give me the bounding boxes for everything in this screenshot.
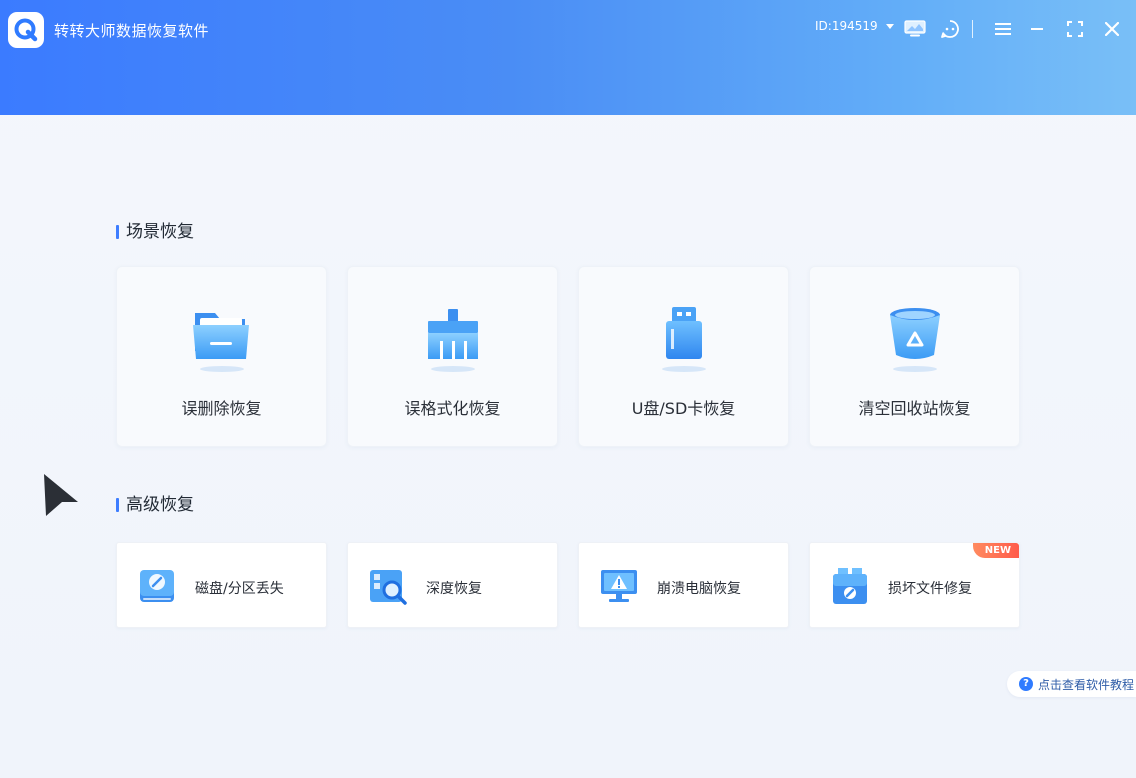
mouse-cursor-icon [44, 474, 78, 516]
scene-card-icon-wrap [187, 303, 257, 375]
adv-card-deep-recovery[interactable]: 深度恢复 [347, 542, 558, 628]
deep-scan-icon [370, 570, 407, 605]
tutorial-link[interactable]: ? 点击查看软件教程 [1007, 671, 1136, 697]
scene-card-format-recovery[interactable]: 误格式化恢复 [347, 266, 558, 447]
minimize-icon [1031, 28, 1043, 30]
adv-card-label: 崩溃电脑恢复 [657, 581, 741, 597]
scene-card-icon-wrap [418, 303, 488, 375]
caret-down-icon [885, 23, 894, 29]
close-icon [1105, 22, 1119, 36]
app-logo [8, 12, 44, 48]
app-window: 转转大师数据恢复软件 ID:194519 场景恢复 误删除恢复 误格式化恢复 U… [0, 0, 1136, 778]
scene-card-label: 清空回收站恢复 [858, 399, 971, 418]
support-icon [941, 20, 959, 38]
menu-button[interactable] [992, 18, 1014, 40]
maximize-icon [1067, 21, 1083, 37]
menu-icon [995, 23, 1011, 35]
help-icon: ? [1019, 677, 1033, 691]
adv-card-label: 损坏文件修复 [888, 581, 972, 597]
folder-icon [192, 313, 249, 372]
title-bar: 转转大师数据恢复软件 ID:194519 [0, 0, 1136, 115]
support-button[interactable] [939, 18, 961, 40]
scene-card-icon-wrap [649, 303, 719, 375]
scene-card-deleted-recovery[interactable]: 误删除恢复 [116, 266, 327, 447]
scene-card-label: 误格式化恢复 [404, 399, 501, 418]
scene-card-usb-sd-recovery[interactable]: U盘/SD卡恢复 [578, 266, 789, 447]
scene-card-icon-wrap [880, 303, 950, 375]
user-id-dropdown[interactable]: ID:194519 [815, 19, 894, 33]
minimize-button[interactable] [1026, 18, 1048, 40]
maximize-button[interactable] [1064, 18, 1086, 40]
advanced-recovery-title: 高级恢复 [116, 495, 194, 515]
adv-card-crashed-computer-recovery[interactable]: 崩溃电脑恢复 [578, 542, 789, 628]
crashed-computer-icon [601, 570, 637, 602]
adv-card-label: 深度恢复 [426, 581, 482, 597]
adv-card-disk-partition-lost[interactable]: 磁盘/分区丢失 [116, 542, 327, 628]
monitor-icon [904, 20, 926, 37]
close-button[interactable] [1101, 18, 1123, 40]
tutorial-link-label: 点击查看软件教程 [1038, 677, 1135, 692]
scene-card-recycle-bin-recovery[interactable]: 清空回收站恢复 [809, 266, 1020, 447]
usb-drive-icon [661, 307, 706, 372]
monitor-button[interactable] [904, 18, 926, 40]
scene-recovery-title: 场景恢复 [116, 222, 194, 242]
logo-icon [14, 18, 38, 42]
user-id-label: ID:194519 [815, 19, 878, 33]
adv-card-file-repair[interactable]: 损坏文件修复 NEW [809, 542, 1020, 628]
header-divider [972, 20, 973, 38]
broom-icon [427, 309, 478, 372]
file-repair-icon [833, 568, 867, 604]
new-badge: NEW [972, 543, 1019, 558]
disk-icon [140, 570, 174, 602]
recycle-bin-icon [889, 308, 940, 372]
scene-card-label: U盘/SD卡恢复 [631, 399, 736, 418]
app-title: 转转大师数据恢复软件 [54, 22, 210, 40]
adv-card-label: 磁盘/分区丢失 [195, 581, 284, 597]
scene-card-label: 误删除恢复 [181, 399, 262, 418]
